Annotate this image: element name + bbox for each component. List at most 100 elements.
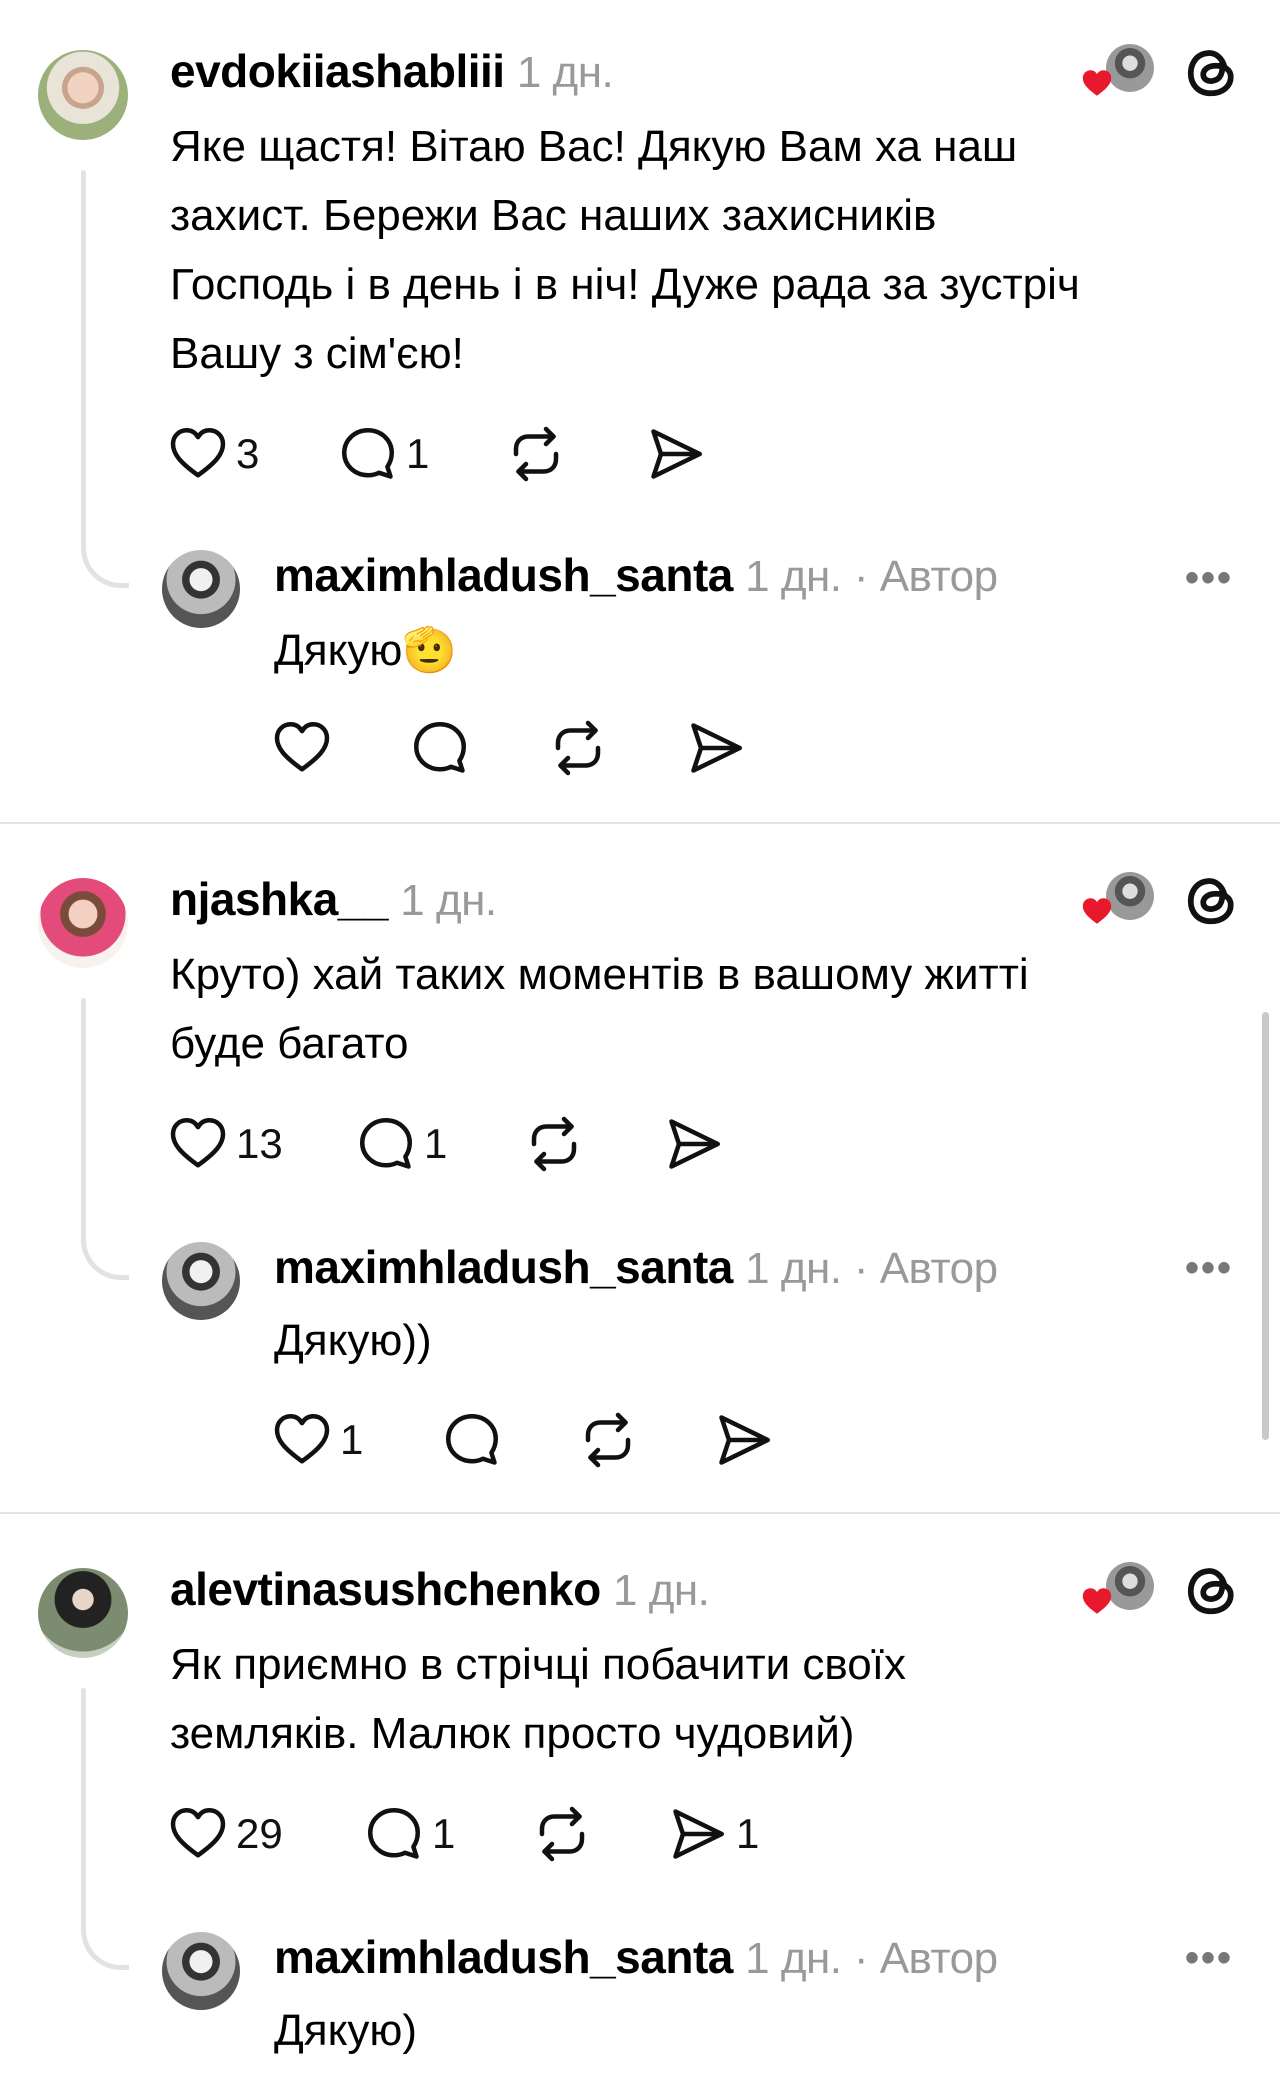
avatar[interactable] bbox=[38, 1568, 128, 1658]
heart-icon bbox=[272, 718, 332, 778]
reply-avatar[interactable] bbox=[162, 1242, 240, 1320]
comment-username[interactable]: evdokiiashabliii 1 дн. bbox=[170, 44, 614, 98]
share-button[interactable]: 1 bbox=[668, 1804, 759, 1864]
more-options-button[interactable]: ••• bbox=[1185, 1246, 1233, 1291]
author-label: · Автор bbox=[853, 1244, 998, 1293]
like-button[interactable]: 3 bbox=[168, 424, 338, 484]
reply-text: Дякую🫡 bbox=[274, 626, 458, 675]
reply-time: 1 дн. bbox=[745, 1244, 842, 1293]
comment-text: Як приємно в стрічці побачити своїх земл… bbox=[170, 1640, 906, 1758]
reply-username[interactable]: maximhladush_santa 1 дн. · Автор bbox=[274, 548, 998, 602]
send-icon bbox=[664, 1114, 724, 1174]
reply-text: Дякую) bbox=[274, 2006, 418, 2055]
avatar[interactable] bbox=[38, 50, 128, 140]
repost-button[interactable] bbox=[578, 1410, 714, 1470]
like-button[interactable]: 13 bbox=[168, 1114, 356, 1174]
comment-bubble-icon bbox=[442, 1410, 502, 1470]
repost-icon bbox=[524, 1114, 584, 1174]
thread-connector bbox=[81, 998, 86, 1244]
red-heart-icon bbox=[1080, 894, 1114, 928]
threads-logo-icon[interactable] bbox=[1182, 870, 1242, 930]
comment-actions: 3 1 bbox=[168, 424, 706, 484]
red-heart-icon bbox=[1080, 66, 1114, 100]
reply-avatar[interactable] bbox=[162, 550, 240, 628]
comment-actions: 29 1 1 bbox=[168, 1804, 759, 1864]
reply-avatar[interactable] bbox=[162, 1932, 240, 2010]
reply-username[interactable]: maximhladush_santa 1 дн. · Автор bbox=[274, 1240, 998, 1294]
send-icon bbox=[714, 1410, 774, 1470]
threads-logo-icon[interactable] bbox=[1182, 42, 1242, 102]
share-button[interactable] bbox=[686, 718, 746, 778]
comment-time: 1 дн. bbox=[400, 876, 497, 925]
author-label: · Автор bbox=[853, 552, 998, 601]
reply-actions bbox=[272, 718, 746, 778]
thread-connector-curve bbox=[81, 538, 129, 588]
repost-icon bbox=[548, 718, 608, 778]
comment-text: Яке щастя! Вітаю Вас! Дякую Вам ха наш з… bbox=[170, 122, 1080, 378]
more-options-button[interactable]: ••• bbox=[1185, 556, 1233, 601]
reply-time: 1 дн. bbox=[745, 1934, 842, 1983]
send-icon bbox=[646, 424, 706, 484]
repost-icon bbox=[506, 424, 566, 484]
comment-time: 1 дн. bbox=[516, 48, 614, 97]
reply-time: 1 дн. bbox=[745, 552, 842, 601]
comment-bubble-icon bbox=[338, 424, 398, 484]
thread-connector-curve bbox=[81, 1230, 129, 1280]
send-icon bbox=[686, 718, 746, 778]
thread-divider bbox=[0, 1512, 1280, 1514]
thread-connector bbox=[81, 1688, 86, 1934]
comment-username[interactable]: njashka__ 1 дн. bbox=[170, 872, 497, 926]
reply-button[interactable] bbox=[410, 718, 548, 778]
avatar[interactable] bbox=[38, 878, 128, 968]
red-heart-icon bbox=[1080, 1584, 1114, 1618]
scrollbar[interactable] bbox=[1262, 1012, 1269, 1440]
reply-count: 1 bbox=[406, 430, 430, 477]
comment-username[interactable]: alevtinasushchenko 1 дн. bbox=[170, 1562, 710, 1616]
heart-icon bbox=[168, 424, 228, 484]
liked-by-author-badge bbox=[1080, 870, 1160, 930]
reply-button[interactable]: 1 bbox=[356, 1114, 524, 1174]
share-count: 1 bbox=[736, 1810, 760, 1857]
send-icon bbox=[668, 1804, 728, 1864]
reply-text: Дякую)) bbox=[274, 1316, 432, 1365]
like-count: 1 bbox=[340, 1416, 364, 1463]
reply-button[interactable]: 1 bbox=[364, 1804, 532, 1864]
reply-username[interactable]: maximhladush_santa 1 дн. · Автор bbox=[274, 1930, 998, 1984]
comment-bubble-icon bbox=[356, 1114, 416, 1174]
reply-actions: 1 bbox=[272, 1410, 774, 1470]
more-options-button[interactable]: ••• bbox=[1185, 1936, 1233, 1981]
like-count: 13 bbox=[236, 1120, 283, 1167]
share-button[interactable] bbox=[714, 1410, 774, 1470]
reply-button[interactable] bbox=[442, 1410, 578, 1470]
like-count: 29 bbox=[236, 1810, 283, 1857]
repost-button[interactable] bbox=[532, 1804, 668, 1864]
reply-button[interactable]: 1 bbox=[338, 424, 506, 484]
heart-icon bbox=[168, 1804, 228, 1864]
thread-connector bbox=[81, 170, 86, 550]
repost-icon bbox=[578, 1410, 638, 1470]
repost-icon bbox=[532, 1804, 592, 1864]
repost-button[interactable] bbox=[506, 424, 646, 484]
share-button[interactable] bbox=[646, 424, 706, 484]
heart-icon bbox=[168, 1114, 228, 1174]
author-label: · Автор bbox=[853, 1934, 998, 1983]
comment-bubble-icon bbox=[364, 1804, 424, 1864]
share-button[interactable] bbox=[664, 1114, 724, 1174]
comment-actions: 13 1 bbox=[168, 1114, 724, 1174]
salute-emoji: 🫡 bbox=[402, 626, 458, 675]
heart-icon bbox=[272, 1410, 332, 1470]
reply-count: 1 bbox=[432, 1810, 456, 1857]
thread-connector-curve bbox=[81, 1920, 129, 1970]
like-button[interactable]: 29 bbox=[168, 1804, 364, 1864]
repost-button[interactable] bbox=[548, 718, 686, 778]
threads-logo-icon[interactable] bbox=[1182, 1560, 1242, 1620]
like-button[interactable] bbox=[272, 718, 410, 778]
comment-time: 1 дн. bbox=[613, 1566, 710, 1615]
thread-divider bbox=[0, 822, 1280, 824]
like-button[interactable]: 1 bbox=[272, 1410, 442, 1470]
comment-text: Круто) хай таких моментів в вашому житті… bbox=[170, 950, 1029, 1068]
liked-by-author-badge bbox=[1080, 42, 1160, 102]
reply-count: 1 bbox=[424, 1120, 448, 1167]
repost-button[interactable] bbox=[524, 1114, 664, 1174]
like-count: 3 bbox=[236, 430, 260, 477]
